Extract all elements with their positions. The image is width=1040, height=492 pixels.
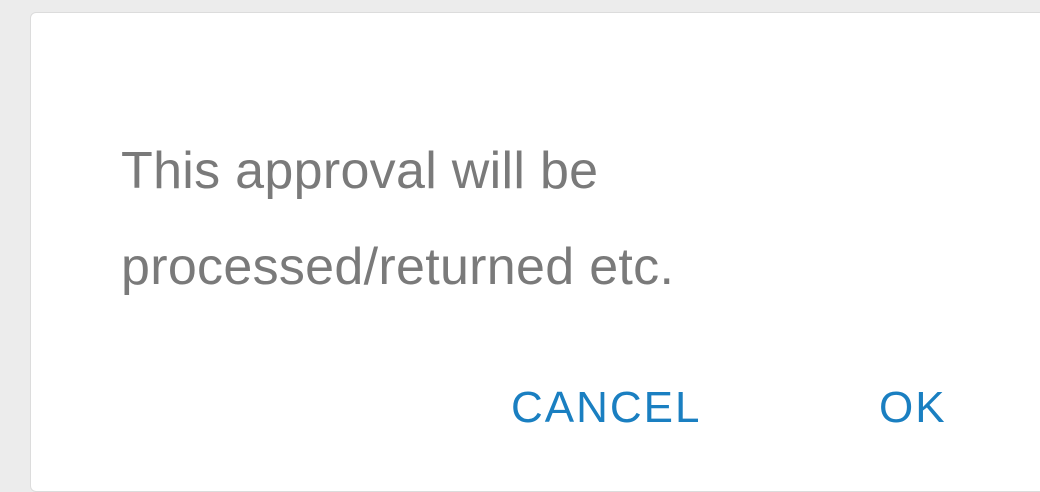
dialog-message: This approval will be processed/returned… — [121, 123, 881, 315]
dialog-message-line-2: processed/returned etc. — [121, 238, 675, 296]
confirmation-dialog: This approval will be processed/returned… — [30, 12, 1040, 492]
ok-button[interactable]: OK — [879, 368, 947, 448]
cancel-button[interactable]: CANCEL — [511, 368, 702, 448]
dialog-message-line-1: This approval will be — [121, 142, 599, 200]
dialog-actions: CANCEL OK — [31, 368, 1040, 448]
